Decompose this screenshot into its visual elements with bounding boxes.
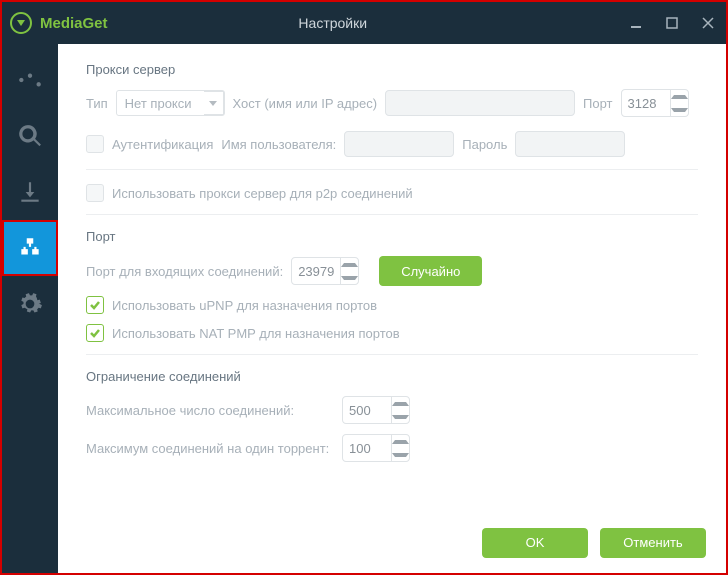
brand-text: MediaGet	[40, 15, 108, 32]
auth-user-input[interactable]	[344, 131, 454, 157]
natpmp-checkbox[interactable]	[86, 324, 104, 342]
spinner-down[interactable]	[392, 410, 409, 423]
nav-general[interactable]	[2, 52, 58, 108]
spinner-up[interactable]	[671, 90, 688, 103]
spinner-down[interactable]	[341, 271, 358, 284]
divider	[86, 169, 698, 170]
incoming-port-label: Порт для входящих соединений:	[86, 264, 283, 279]
auth-label: Аутентификация	[112, 137, 213, 152]
divider	[86, 214, 698, 215]
window-title: Настройки	[108, 15, 618, 31]
proxy-type-value: Нет прокси	[125, 96, 192, 111]
limits-section-title: Ограничение соединений	[86, 369, 698, 384]
p2p-proxy-checkbox[interactable]	[86, 184, 104, 202]
cancel-button[interactable]: Отменить	[600, 528, 706, 558]
upnp-checkbox[interactable]	[86, 296, 104, 314]
upnp-label: Использовать uPNP для назначения портов	[112, 298, 377, 313]
proxy-port-input[interactable]	[622, 90, 670, 116]
proxy-host-label: Хост (имя или IP адрес)	[233, 96, 378, 111]
nav-network[interactable]	[2, 220, 58, 276]
nav-search[interactable]	[2, 108, 58, 164]
incoming-port-input[interactable]	[292, 258, 340, 284]
content: Прокси сервер Тип Нет прокси Хост (имя и…	[58, 44, 726, 573]
proxy-section-title: Прокси сервер	[86, 62, 698, 77]
p2p-proxy-label: Использовать прокси сервер для p2p соеди…	[112, 186, 413, 201]
nav-downloads[interactable]	[2, 164, 58, 220]
network-icon	[17, 235, 43, 261]
max-conn-spinner[interactable]	[342, 396, 410, 424]
proxy-type-label: Тип	[86, 96, 108, 111]
proxy-host-input[interactable]	[385, 90, 575, 116]
proxy-port-label: Порт	[583, 96, 612, 111]
user-label: Имя пользователя:	[221, 137, 336, 152]
incoming-port-spinner[interactable]	[291, 257, 359, 285]
password-label: Пароль	[462, 137, 507, 152]
download-icon	[17, 179, 43, 205]
minimize-button[interactable]	[618, 2, 654, 44]
spinner-down[interactable]	[392, 448, 409, 461]
spinner-up[interactable]	[341, 258, 358, 271]
max-conn-label: Максимальное число соединений:	[86, 403, 334, 418]
divider	[86, 354, 698, 355]
app-logo-icon	[10, 12, 32, 34]
random-port-button[interactable]: Случайно	[379, 256, 482, 286]
dialog-footer: OK Отменить	[58, 523, 726, 573]
max-per-torrent-input[interactable]	[343, 435, 391, 461]
sliders-icon	[17, 67, 43, 93]
auth-password-input[interactable]	[515, 131, 625, 157]
main: Прокси сервер Тип Нет прокси Хост (имя и…	[2, 44, 726, 573]
close-button[interactable]	[690, 2, 726, 44]
proxy-type-select[interactable]: Нет прокси	[116, 90, 225, 116]
sidebar	[2, 44, 58, 573]
ok-button[interactable]: OK	[482, 528, 588, 558]
auth-checkbox[interactable]	[86, 135, 104, 153]
max-conn-input[interactable]	[343, 397, 391, 423]
proxy-port-spinner[interactable]	[621, 89, 689, 117]
spinner-down[interactable]	[671, 103, 688, 116]
nav-advanced[interactable]	[2, 276, 58, 332]
port-section-title: Порт	[86, 229, 698, 244]
max-per-torrent-label: Максимум соединений на один торрент:	[86, 441, 334, 456]
titlebar: MediaGet Настройки	[2, 2, 726, 44]
spinner-up[interactable]	[392, 397, 409, 410]
window-controls	[618, 2, 726, 44]
chevron-down-icon	[204, 91, 224, 115]
brand: MediaGet	[2, 12, 108, 34]
spinner-up[interactable]	[392, 435, 409, 448]
natpmp-label: Использовать NAT PMP для назначения порт…	[112, 326, 400, 341]
maximize-button[interactable]	[654, 2, 690, 44]
settings-body: Прокси сервер Тип Нет прокси Хост (имя и…	[58, 44, 726, 523]
search-icon	[17, 123, 43, 149]
gear-icon	[17, 291, 43, 317]
max-per-torrent-spinner[interactable]	[342, 434, 410, 462]
